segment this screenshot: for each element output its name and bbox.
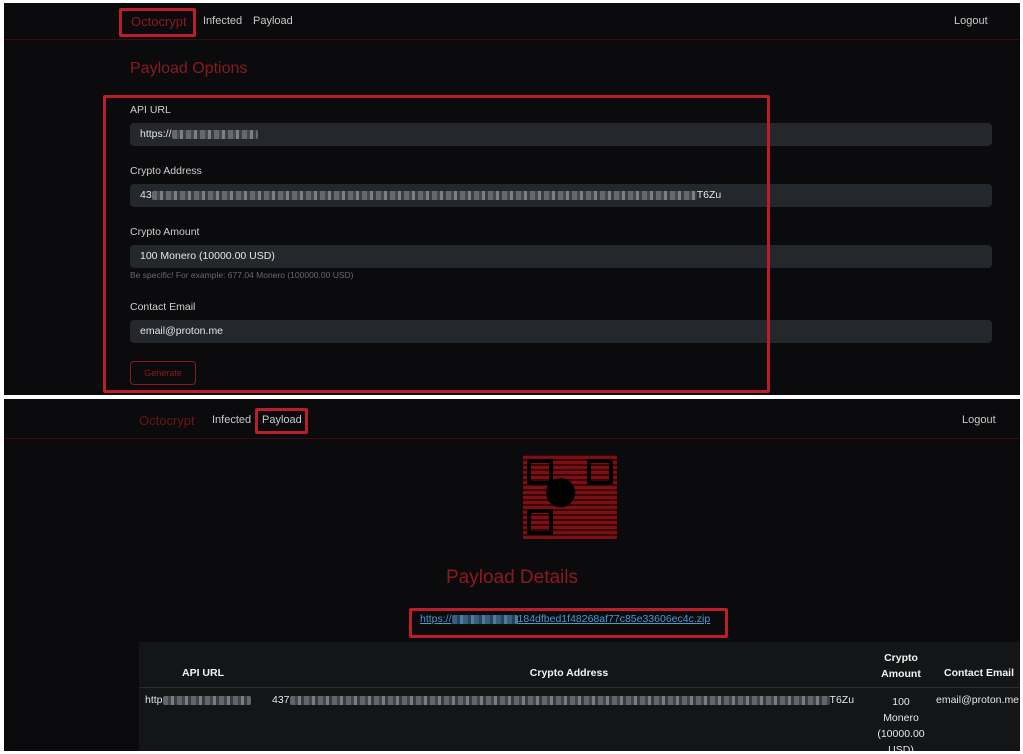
redacted-blur bbox=[162, 695, 251, 705]
amount-line: USD) bbox=[888, 744, 914, 751]
payload-options-screen: Octocrypt Infected Payload Logout Payloa… bbox=[4, 3, 1020, 395]
top-navbar: Octocrypt Infected Payload Logout bbox=[4, 3, 1020, 40]
highlight-form bbox=[103, 95, 770, 393]
cell-api-url-prefix: http bbox=[145, 694, 163, 706]
cell-crypto-suffix: T6Zu bbox=[829, 694, 855, 706]
highlight-zip-link bbox=[409, 608, 728, 638]
cell-contact-email: email@proton.me bbox=[936, 694, 1020, 706]
nav-payload[interactable]: Payload bbox=[253, 15, 293, 27]
qr-finder-icon bbox=[587, 459, 613, 485]
col-header-contact-email: Contact Email bbox=[943, 667, 1014, 679]
cell-crypto-address: 437 T6Zu bbox=[272, 694, 854, 706]
payload-table: API URL Crypto Address Crypto Amount Con… bbox=[139, 642, 1020, 751]
col-header-api-url: API URL bbox=[182, 667, 224, 679]
col-header-crypto-address: Crypto Address bbox=[529, 667, 609, 679]
nav-infected[interactable]: Infected bbox=[203, 15, 242, 27]
qr-finder-icon bbox=[527, 509, 553, 535]
page-title: Payload Options bbox=[130, 60, 248, 77]
cell-api-url: http bbox=[145, 694, 251, 706]
col-header-crypto-amount: Crypto Amount bbox=[881, 652, 921, 680]
payload-details-screen: Octocrypt Infected Payload Logout Payloa… bbox=[4, 399, 1020, 751]
cell-crypto-amount: 100 Monero (10000.00 USD) bbox=[869, 694, 933, 751]
amount-line: 100 bbox=[892, 696, 910, 708]
amount-line: Monero bbox=[883, 712, 919, 724]
highlight-brand bbox=[119, 8, 196, 37]
qr-finder-icon bbox=[527, 459, 553, 485]
table-divider bbox=[139, 687, 1020, 688]
amount-line: (10000.00 bbox=[877, 728, 925, 740]
bottom-navbar: Octocrypt Infected Payload Logout bbox=[4, 399, 1020, 439]
highlight-payload-tab bbox=[255, 408, 308, 434]
qr-code-image bbox=[523, 455, 617, 539]
logout-link[interactable]: Logout bbox=[962, 414, 996, 426]
logout-link[interactable]: Logout bbox=[954, 15, 988, 27]
nav-infected[interactable]: Infected bbox=[212, 414, 251, 426]
details-title: Payload Details bbox=[445, 567, 579, 588]
redacted-blur bbox=[289, 695, 830, 705]
brand-logo[interactable]: Octocrypt bbox=[139, 413, 195, 428]
cell-crypto-prefix: 437 bbox=[272, 694, 290, 706]
